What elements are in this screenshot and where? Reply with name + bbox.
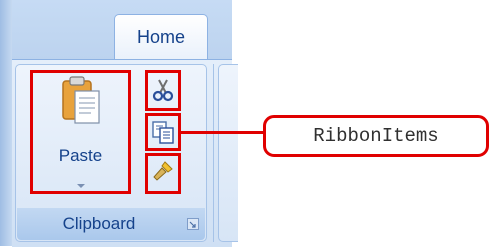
copy-highlight-box bbox=[145, 113, 181, 151]
format-painter-highlight-box bbox=[145, 153, 181, 194]
window-left-edge bbox=[0, 0, 12, 246]
callout-leader-line bbox=[181, 131, 263, 134]
clipboard-group-footer: Clipboard bbox=[17, 208, 205, 240]
paste-highlight-box bbox=[30, 70, 131, 194]
cut-highlight-box bbox=[145, 70, 181, 111]
dialog-launcher-icon[interactable] bbox=[187, 218, 199, 230]
next-group-edge bbox=[218, 64, 238, 242]
ribbon-items-callout: RibbonItems bbox=[263, 115, 489, 157]
tab-home[interactable]: Home bbox=[114, 14, 208, 60]
clipboard-group-label: Clipboard bbox=[62, 214, 136, 233]
group-separator bbox=[213, 64, 214, 242]
